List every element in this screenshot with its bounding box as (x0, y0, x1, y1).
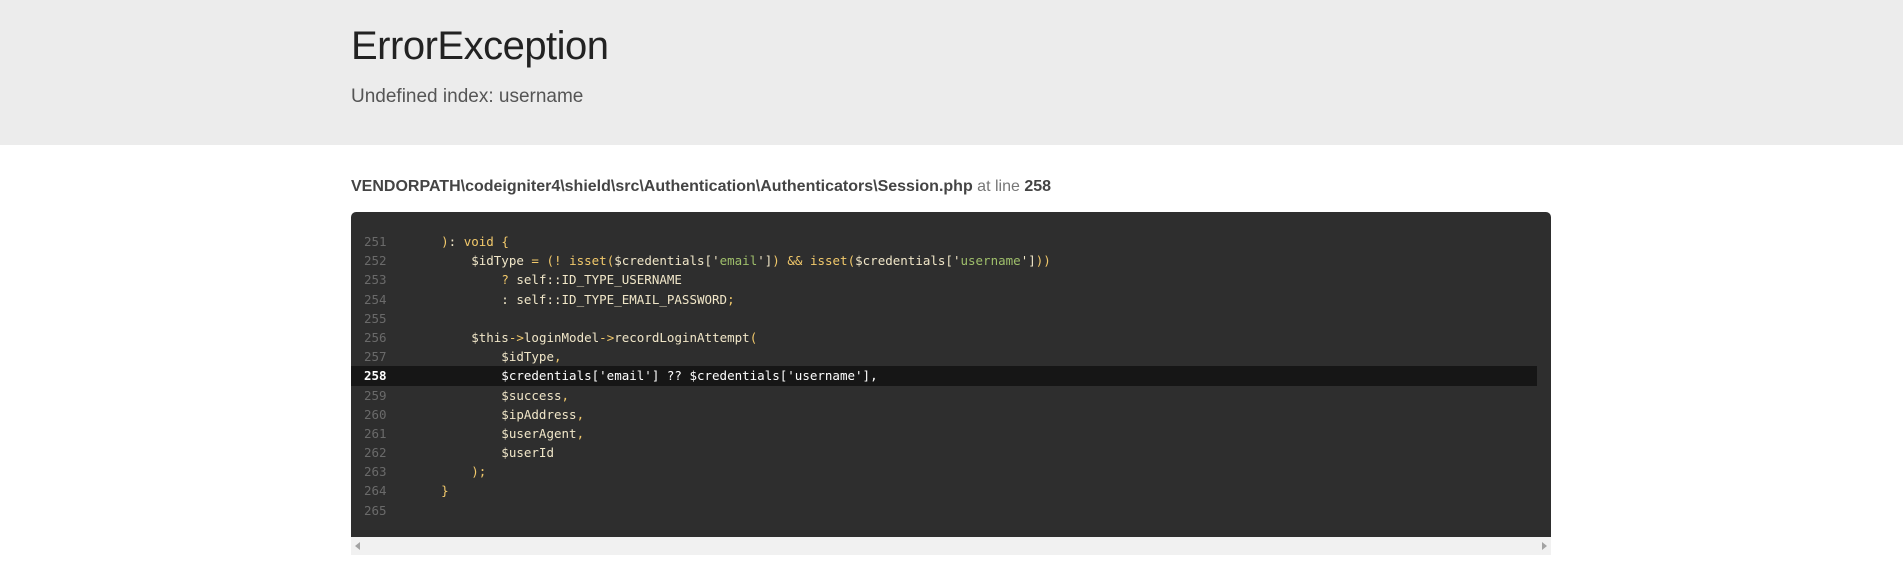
line-number-gutter: 259 (364, 387, 387, 403)
line-number-gutter: 251 (364, 234, 387, 249)
error-header: ErrorException Undefined index: username (0, 0, 1903, 145)
code-text: $idType, (411, 349, 562, 365)
at-line-label: at line (977, 178, 1020, 195)
code-line: 265 (351, 501, 1551, 520)
code-line: 254 : self::ID_TYPE_EMAIL_PASSWORD; (351, 290, 1551, 309)
line-number-gutter: 261 (364, 425, 387, 441)
code-text: } (441, 483, 449, 499)
code-text: ? self::ID_TYPE_USERNAME (501, 272, 682, 288)
code-text: : self::ID_TYPE_EMAIL_PASSWORD; (411, 291, 735, 307)
source-code-panel[interactable]: 251 ): void {252 $idType = (! isset($cre… (351, 212, 1551, 537)
line-number-gutter: 262 (364, 445, 387, 461)
code-text: $idType = (! isset($credentials['email']… (411, 253, 1051, 269)
code-text: ); (471, 464, 487, 480)
code-line: 261 $userAgent, (351, 424, 1551, 443)
code-text: $credentials['email'] ?? $credentials['u… (411, 368, 878, 384)
line-number-gutter: 260 (364, 406, 387, 422)
line-number-gutter: 256 (364, 329, 387, 345)
code-line: 258 $credentials['email'] ?? $credential… (351, 366, 1537, 386)
code-line: 253 ? self::ID_TYPE_USERNAME (351, 270, 1551, 289)
code-line: 251 ): void { (351, 232, 1551, 251)
error-message: Undefined index: username (351, 86, 584, 107)
code-line: 255 (351, 309, 1551, 328)
header-container: ErrorException Undefined index: username (351, 18, 1551, 108)
code-line: 263 ); (351, 462, 1551, 481)
main-container: VENDORPATH\codeigniter4\shield\src\Authe… (351, 178, 1551, 555)
code-text: $userId (411, 445, 554, 461)
line-number-gutter: 264 (364, 483, 387, 499)
code-line: 264 } (351, 481, 1551, 500)
line-number-gutter: 252 (364, 253, 387, 269)
line-number-gutter: 255 (364, 310, 387, 326)
code-text: $this->loginModel->recordLoginAttempt( (411, 329, 758, 345)
code-line: 262 $userId (351, 443, 1551, 462)
code-line: 257 $idType, (351, 347, 1551, 366)
code-text: $ipAddress, (411, 406, 585, 422)
error-title: ErrorException (351, 24, 609, 68)
line-number-gutter: 258 (364, 368, 387, 384)
code-text: $userAgent, (411, 425, 585, 441)
line-number: 258 (1024, 178, 1052, 195)
scroll-right-arrow-icon[interactable] (1542, 542, 1547, 550)
code-line: 259 $success, (351, 386, 1551, 405)
code-text: ): void { (441, 234, 509, 249)
file-location: VENDORPATH\codeigniter4\shield\src\Authe… (351, 178, 1551, 196)
code-text: $success, (411, 387, 570, 403)
line-number-gutter: 263 (364, 464, 387, 480)
line-number-gutter: 265 (364, 502, 387, 518)
line-number-gutter: 254 (364, 291, 387, 307)
code-line: 256 $this->loginModel->recordLoginAttemp… (351, 328, 1551, 347)
line-number-gutter: 257 (364, 349, 387, 365)
scroll-left-arrow-icon[interactable] (355, 542, 360, 550)
code-line: 252 $idType = (! isset($credentials['ema… (351, 251, 1551, 270)
file-path: VENDORPATH\codeigniter4\shield\src\Authe… (351, 178, 973, 195)
line-number-gutter: 253 (364, 272, 387, 288)
horizontal-scrollbar[interactable] (351, 537, 1551, 555)
code-line: 260 $ipAddress, (351, 405, 1551, 424)
